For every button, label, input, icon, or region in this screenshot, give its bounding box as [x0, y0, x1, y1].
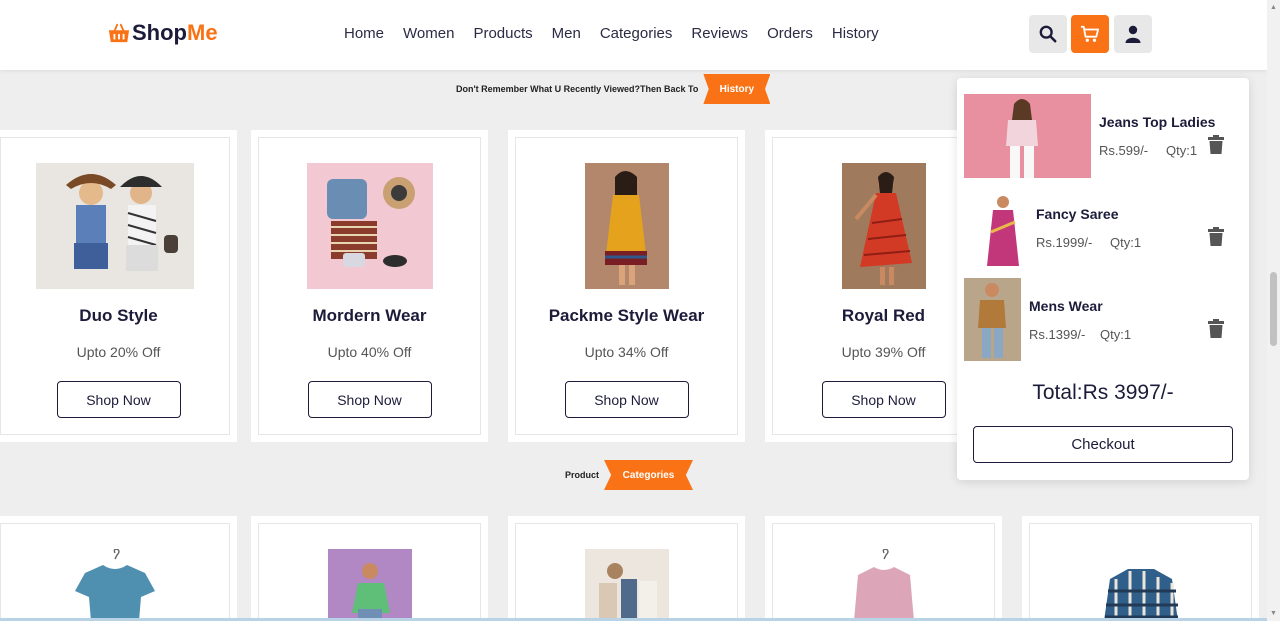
- product-title: Mordern Wear: [312, 306, 427, 325]
- nav-products[interactable]: Products: [473, 25, 532, 42]
- checkout-button[interactable]: Checkout: [973, 426, 1233, 463]
- shop-now-button[interactable]: Shop Now: [307, 381, 432, 418]
- product-title: Duo Style: [79, 306, 158, 325]
- nav-reviews[interactable]: Reviews: [691, 25, 748, 42]
- nav-orders[interactable]: Orders: [767, 25, 813, 42]
- nav-women[interactable]: Women: [403, 25, 454, 42]
- duo-style-image: [36, 163, 194, 289]
- categories-banner: Product Categories: [565, 460, 694, 490]
- nav-history[interactable]: History: [832, 25, 879, 42]
- history-banner-text: Don't Remember What U Recently Viewed?Th…: [456, 84, 699, 94]
- trash-icon[interactable]: [1208, 319, 1224, 338]
- woman-green-image: [327, 549, 412, 621]
- nav-home[interactable]: Home: [344, 25, 384, 42]
- plaid-shirt-image: [1103, 569, 1178, 621]
- cart-item-qty: Qty:1: [1166, 143, 1198, 158]
- cart-item-qty: Qty:1: [1100, 327, 1132, 342]
- search-icon: [1039, 25, 1057, 43]
- category-card[interactable]: [765, 516, 1002, 621]
- cart-item-image: [981, 192, 1022, 270]
- categories-banner-text: Product: [565, 470, 600, 480]
- brand-name-dark: Shop: [132, 20, 187, 45]
- cart-dropdown: Jeans Top Ladies Rs.599/- Qty:1 Fancy Sa…: [957, 78, 1249, 480]
- product-title: Packme Style Wear: [548, 306, 705, 325]
- page-scrollbar[interactable]: ▲ ▼: [1267, 0, 1280, 621]
- cart-item-qty: Qty:1: [1110, 235, 1142, 250]
- cart-item-image: [964, 278, 1021, 361]
- cart-item-image: [964, 94, 1091, 178]
- scrollbar-thumb[interactable]: [1270, 272, 1277, 346]
- brand-name: ShopMe: [132, 20, 218, 46]
- nav-men[interactable]: Men: [552, 25, 581, 42]
- cart-item-name: Fancy Saree: [1036, 206, 1119, 222]
- product-offer: Upto 20% Off: [76, 344, 161, 360]
- cart-item: Fancy Saree Rs.1999/- Qty:1: [964, 192, 1242, 272]
- shop-now-button[interactable]: Shop Now: [56, 381, 181, 418]
- search-button[interactable]: [1029, 15, 1067, 53]
- cart-item-price: Rs.1399/-: [1029, 327, 1086, 342]
- category-card[interactable]: [251, 516, 488, 621]
- cart-item-price: Rs.599/-: [1099, 143, 1149, 158]
- site-header: ShopMe Home Women Products Men Categorie…: [0, 0, 1267, 70]
- product-offer: Upto 40% Off: [327, 344, 412, 360]
- nav-categories[interactable]: Categories: [600, 25, 673, 42]
- royal-red-image: [841, 163, 926, 289]
- scroll-down-icon[interactable]: ▼: [1270, 610, 1277, 617]
- cart-button[interactable]: [1071, 15, 1109, 53]
- product-card: Packme Style Wear Upto 34% Off Shop Now: [508, 130, 745, 442]
- cart-item-name: Mens Wear: [1029, 298, 1103, 314]
- tshirt-image: [75, 549, 155, 621]
- shop-now-button[interactable]: Shop Now: [564, 381, 689, 418]
- brand-logo[interactable]: ShopMe: [108, 20, 218, 46]
- scroll-up-icon[interactable]: ▲: [1270, 4, 1277, 11]
- cart-item-price: Rs.1999/-: [1036, 235, 1093, 250]
- basket-icon: [108, 23, 130, 43]
- categories-ribbon[interactable]: Categories: [604, 460, 694, 490]
- cart-icon: [1081, 25, 1099, 42]
- product-card: Duo Style Upto 20% Off Shop Now: [0, 130, 237, 442]
- product-offer: Upto 34% Off: [584, 344, 669, 360]
- brand-name-accent: Me: [187, 20, 218, 45]
- trash-icon[interactable]: [1208, 227, 1224, 246]
- category-card[interactable]: [508, 516, 745, 621]
- packme-style-image: [584, 163, 669, 289]
- clothes-rack-image: [584, 549, 669, 621]
- trash-icon[interactable]: [1208, 135, 1224, 154]
- category-card[interactable]: [1022, 516, 1259, 621]
- cart-item-name: Jeans Top Ladies: [1099, 114, 1216, 130]
- cart-item: Mens Wear Rs.1399/- Qty:1: [964, 278, 1242, 362]
- cart-item: Jeans Top Ladies Rs.599/- Qty:1: [964, 94, 1242, 178]
- account-button[interactable]: [1114, 15, 1152, 53]
- category-card[interactable]: [0, 516, 237, 621]
- modern-wear-image: [306, 163, 433, 289]
- product-card: Mordern Wear Upto 40% Off Shop Now: [251, 130, 488, 442]
- main-nav: Home Women Products Men Categories Revie…: [344, 25, 879, 42]
- history-ribbon[interactable]: History: [703, 74, 771, 104]
- cart-total: Total:Rs 3997/-: [1032, 381, 1174, 404]
- history-banner: Don't Remember What U Recently Viewed?Th…: [456, 74, 771, 104]
- pink-sweater-image: [853, 549, 914, 621]
- user-icon: [1125, 25, 1141, 43]
- shop-now-button[interactable]: Shop Now: [821, 381, 946, 418]
